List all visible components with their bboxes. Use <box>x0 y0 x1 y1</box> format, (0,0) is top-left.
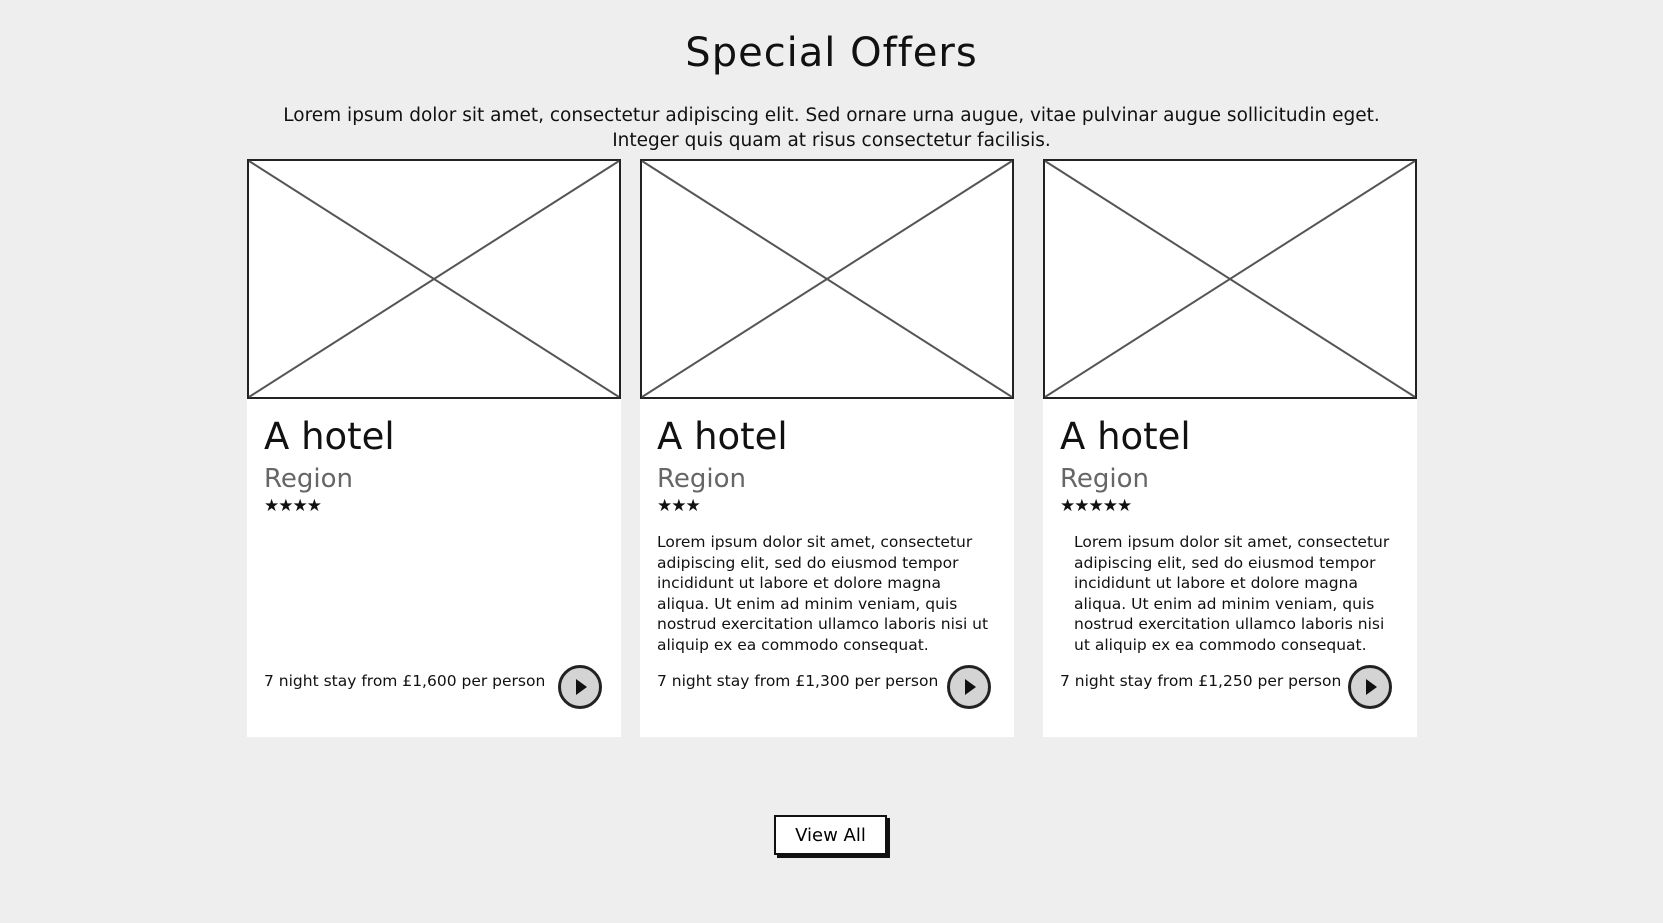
view-all-button[interactable]: View All <box>774 815 887 855</box>
image-placeholder-icon <box>1043 159 1417 399</box>
hotel-region: Region <box>657 464 747 494</box>
hotel-name: A hotel <box>1060 415 1191 458</box>
image-placeholder-icon <box>640 159 1014 399</box>
hotel-region: Region <box>1060 464 1150 494</box>
intro-text: Lorem ipsum dolor sit amet, consectetur … <box>283 105 1380 151</box>
star-rating: ★★★★★ <box>1060 496 1132 516</box>
play-button[interactable] <box>1348 665 1392 709</box>
play-button[interactable] <box>558 665 602 709</box>
star-rating: ★★★★ <box>264 496 322 516</box>
hotel-region: Region <box>264 464 354 494</box>
price-text: 7 night stay from £1,250 per person <box>1060 672 1342 690</box>
hotel-name: A hotel <box>657 415 788 458</box>
image-placeholder-icon <box>247 159 621 399</box>
offer-card: A hotel Region ★★★★★ Lorem ipsum dolor s… <box>1043 159 1417 737</box>
hotel-name: A hotel <box>264 415 395 458</box>
play-icon <box>965 679 976 695</box>
hotel-description: Lorem ipsum dolor sit amet, consectetur … <box>657 533 989 654</box>
offer-card: A hotel Region ★★★★ 7 night stay from £1… <box>247 159 621 737</box>
play-button[interactable] <box>947 665 991 709</box>
play-icon <box>1366 679 1377 695</box>
play-icon <box>576 679 587 695</box>
price-text: 7 night stay from £1,600 per person <box>264 672 546 690</box>
special-offers-page: Special Offers Lorem ipsum dolor sit ame… <box>0 0 1663 923</box>
page-title: Special Offers <box>685 30 978 76</box>
price-text: 7 night stay from £1,300 per person <box>657 672 939 690</box>
offer-card: A hotel Region ★★★ Lorem ipsum dolor sit… <box>640 159 1014 737</box>
star-rating: ★★★ <box>657 496 701 516</box>
hotel-description: Lorem ipsum dolor sit amet, consectetur … <box>1074 533 1390 654</box>
